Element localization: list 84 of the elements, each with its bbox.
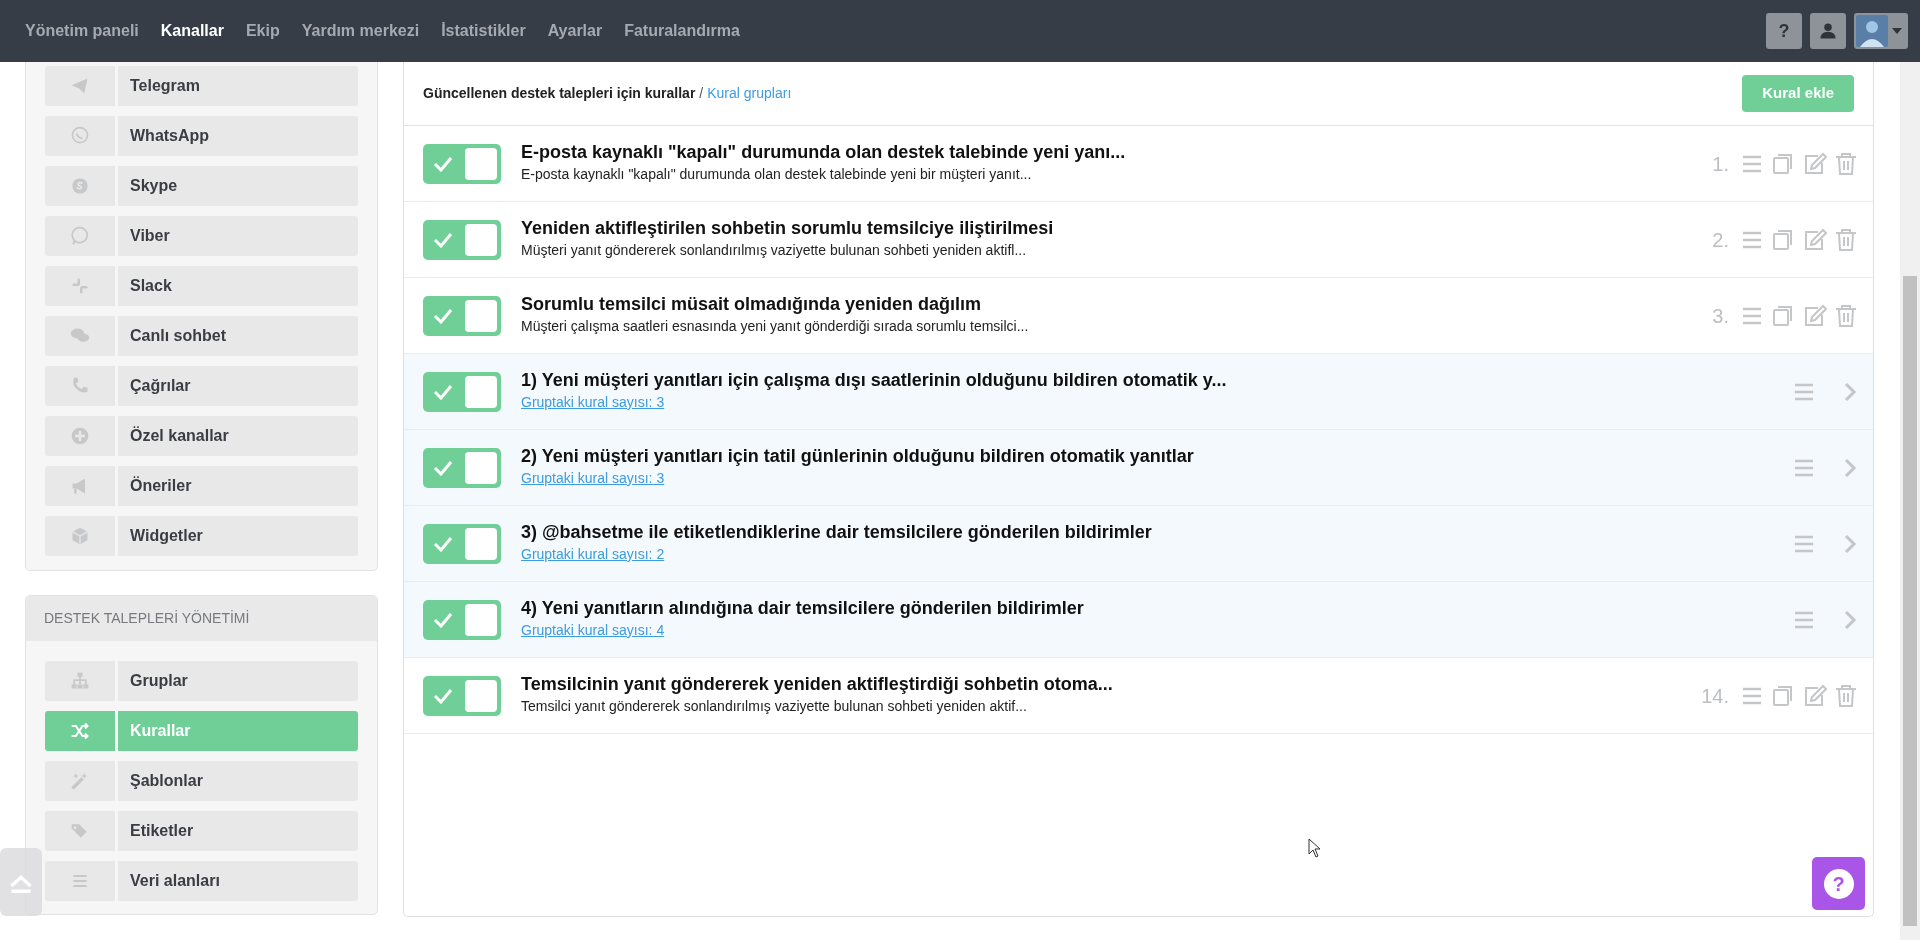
avatar-icon [1856, 15, 1888, 47]
edit-icon[interactable] [1803, 227, 1827, 252]
drag-handle-icon[interactable] [1741, 153, 1763, 174]
copy-icon[interactable] [1771, 303, 1795, 328]
chevron-right-icon[interactable] [1843, 532, 1857, 555]
chevron-right-icon[interactable] [1843, 380, 1857, 403]
toggle-switch[interactable] [423, 295, 501, 336]
scroll-up-button[interactable] [0, 848, 42, 916]
check-icon [433, 307, 453, 324]
breadcrumb-separator: / [699, 84, 704, 103]
shuffle-icon [70, 721, 90, 741]
delete-icon[interactable] [1835, 303, 1857, 328]
drag-handle-icon[interactable] [1793, 609, 1815, 630]
check-icon [433, 383, 453, 400]
mouse-cursor-icon [1308, 838, 1322, 858]
toggle-switch[interactable] [423, 599, 501, 640]
nav-link[interactable]: Faturalandırma [613, 19, 751, 43]
account-menu-button[interactable] [1854, 13, 1908, 49]
rule-number: 14. [1701, 683, 1729, 709]
delete-icon[interactable] [1835, 151, 1857, 176]
rule-title: 4) Yeni yanıtların alındığına dair temsilcilere gönderilen bildirimler [521, 598, 1084, 620]
edit-icon[interactable] [1803, 151, 1827, 176]
copy-icon[interactable] [1771, 683, 1795, 708]
caret-icon [1892, 28, 1902, 34]
rule-description: Müşteri yanıt göndererek sonlandırılmış vaziyette bulunan sohbeti yeniden aktifl... [521, 240, 1028, 260]
rule-title: Sorumlu temsilci müsait olmadığında yeniden dağılım [521, 294, 983, 316]
help-chat-button[interactable]: ? [1812, 857, 1865, 910]
rule-number: 1. [1712, 151, 1729, 177]
rule-description: Temsilci yanıt göndererek sonlandırılmış vaziyette bulunan sohbeti yeniden aktif... [521, 696, 1028, 716]
toggle-switch[interactable] [423, 675, 501, 716]
hierarchy-icon [70, 671, 90, 691]
check-icon [433, 687, 453, 704]
rule-title: 1) Yeni müşteri yanıtları için çalışma dışı saatlerinin olduğunu bildiren otomatik y... [521, 370, 1227, 392]
check-icon [433, 535, 453, 552]
drag-handle-icon[interactable] [1741, 229, 1763, 250]
rule-title: Temsilcinin yanıt göndererek yeniden aktifleştirdiği sohbetin otoma... [521, 674, 1113, 696]
rule-title: 2) Yeni müşteri yanıtları için tatil günlerinin olduğunu bildiren otomatik yanıtlar [521, 446, 1194, 468]
paper-plane-icon [70, 76, 90, 96]
copy-icon[interactable] [1771, 151, 1795, 176]
help-button[interactable]: ? [1766, 13, 1802, 49]
nav-link[interactable]: Ekip [234, 19, 291, 43]
rule-description: Müşteri çalışma saatleri esnasında yeni yanıt gönderdiği sırada sorumlu temsilci... [521, 316, 1029, 336]
chat-bubble-icon [70, 126, 90, 146]
check-icon [433, 459, 453, 476]
drag-handle-icon[interactable] [1793, 381, 1815, 402]
chevron-right-icon[interactable] [1843, 608, 1857, 631]
toggle-switch[interactable] [423, 523, 501, 564]
check-icon [433, 611, 453, 628]
toggle-switch[interactable] [423, 143, 501, 184]
delete-icon[interactable] [1835, 683, 1857, 708]
rule-number: 3. [1712, 303, 1729, 329]
user-icon [1819, 22, 1837, 40]
check-icon [433, 155, 453, 172]
scrollbar[interactable] [1900, 62, 1920, 940]
edit-icon[interactable] [1803, 303, 1827, 328]
nav-link[interactable]: Yönetim paneli [14, 19, 150, 43]
phone-bubble-icon [70, 226, 90, 246]
toggle-switch[interactable] [423, 371, 501, 412]
drag-handle-icon[interactable] [1793, 457, 1815, 478]
cube-icon [70, 526, 90, 546]
copy-icon[interactable] [1771, 227, 1795, 252]
rule-title: E-posta kaynaklı "kapalı" durumunda olan destek talebinde yeni yanı... [521, 142, 1126, 164]
edit-icon[interactable] [1803, 683, 1827, 708]
drag-handle-icon[interactable] [1741, 685, 1763, 706]
drag-handle-icon[interactable] [1793, 533, 1815, 554]
check-icon [433, 231, 453, 248]
section-title: DESTEK TALEPLERİ YÖNETİMİ [26, 596, 377, 641]
drag-handle-icon[interactable] [1741, 305, 1763, 326]
rule-number: 2. [1712, 227, 1729, 253]
nav-link[interactable]: Yardım merkezi [290, 19, 431, 43]
breadcrumb-current: Güncellenen destek talepleri için kurallar [423, 84, 696, 103]
skype-icon [70, 176, 90, 196]
rule-title: Yeniden aktifleştirilen sohbetin sorumlu temsilciye iliştirilmesi [521, 218, 1054, 240]
user-button[interactable] [1810, 13, 1846, 49]
plus-circle-icon [70, 426, 90, 446]
delete-icon[interactable] [1835, 227, 1857, 252]
nav-link[interactable]: İstatistikler [430, 19, 537, 43]
chevron-right-icon[interactable] [1843, 456, 1857, 479]
toggle-switch[interactable] [423, 447, 501, 488]
rule-title: 3) @bahsetme ile etiketlendiklerine dair temsilcilere gönderilen bildirimler [521, 522, 1152, 544]
nav-link[interactable]: Kanallar [149, 19, 235, 43]
nav-link[interactable]: Ayarlar [536, 19, 614, 43]
toggle-switch[interactable] [423, 219, 501, 260]
rule-description: E-posta kaynaklı "kapalı" durumunda olan destek talebinde yeni bir müşteri yanıt... [521, 164, 1033, 184]
